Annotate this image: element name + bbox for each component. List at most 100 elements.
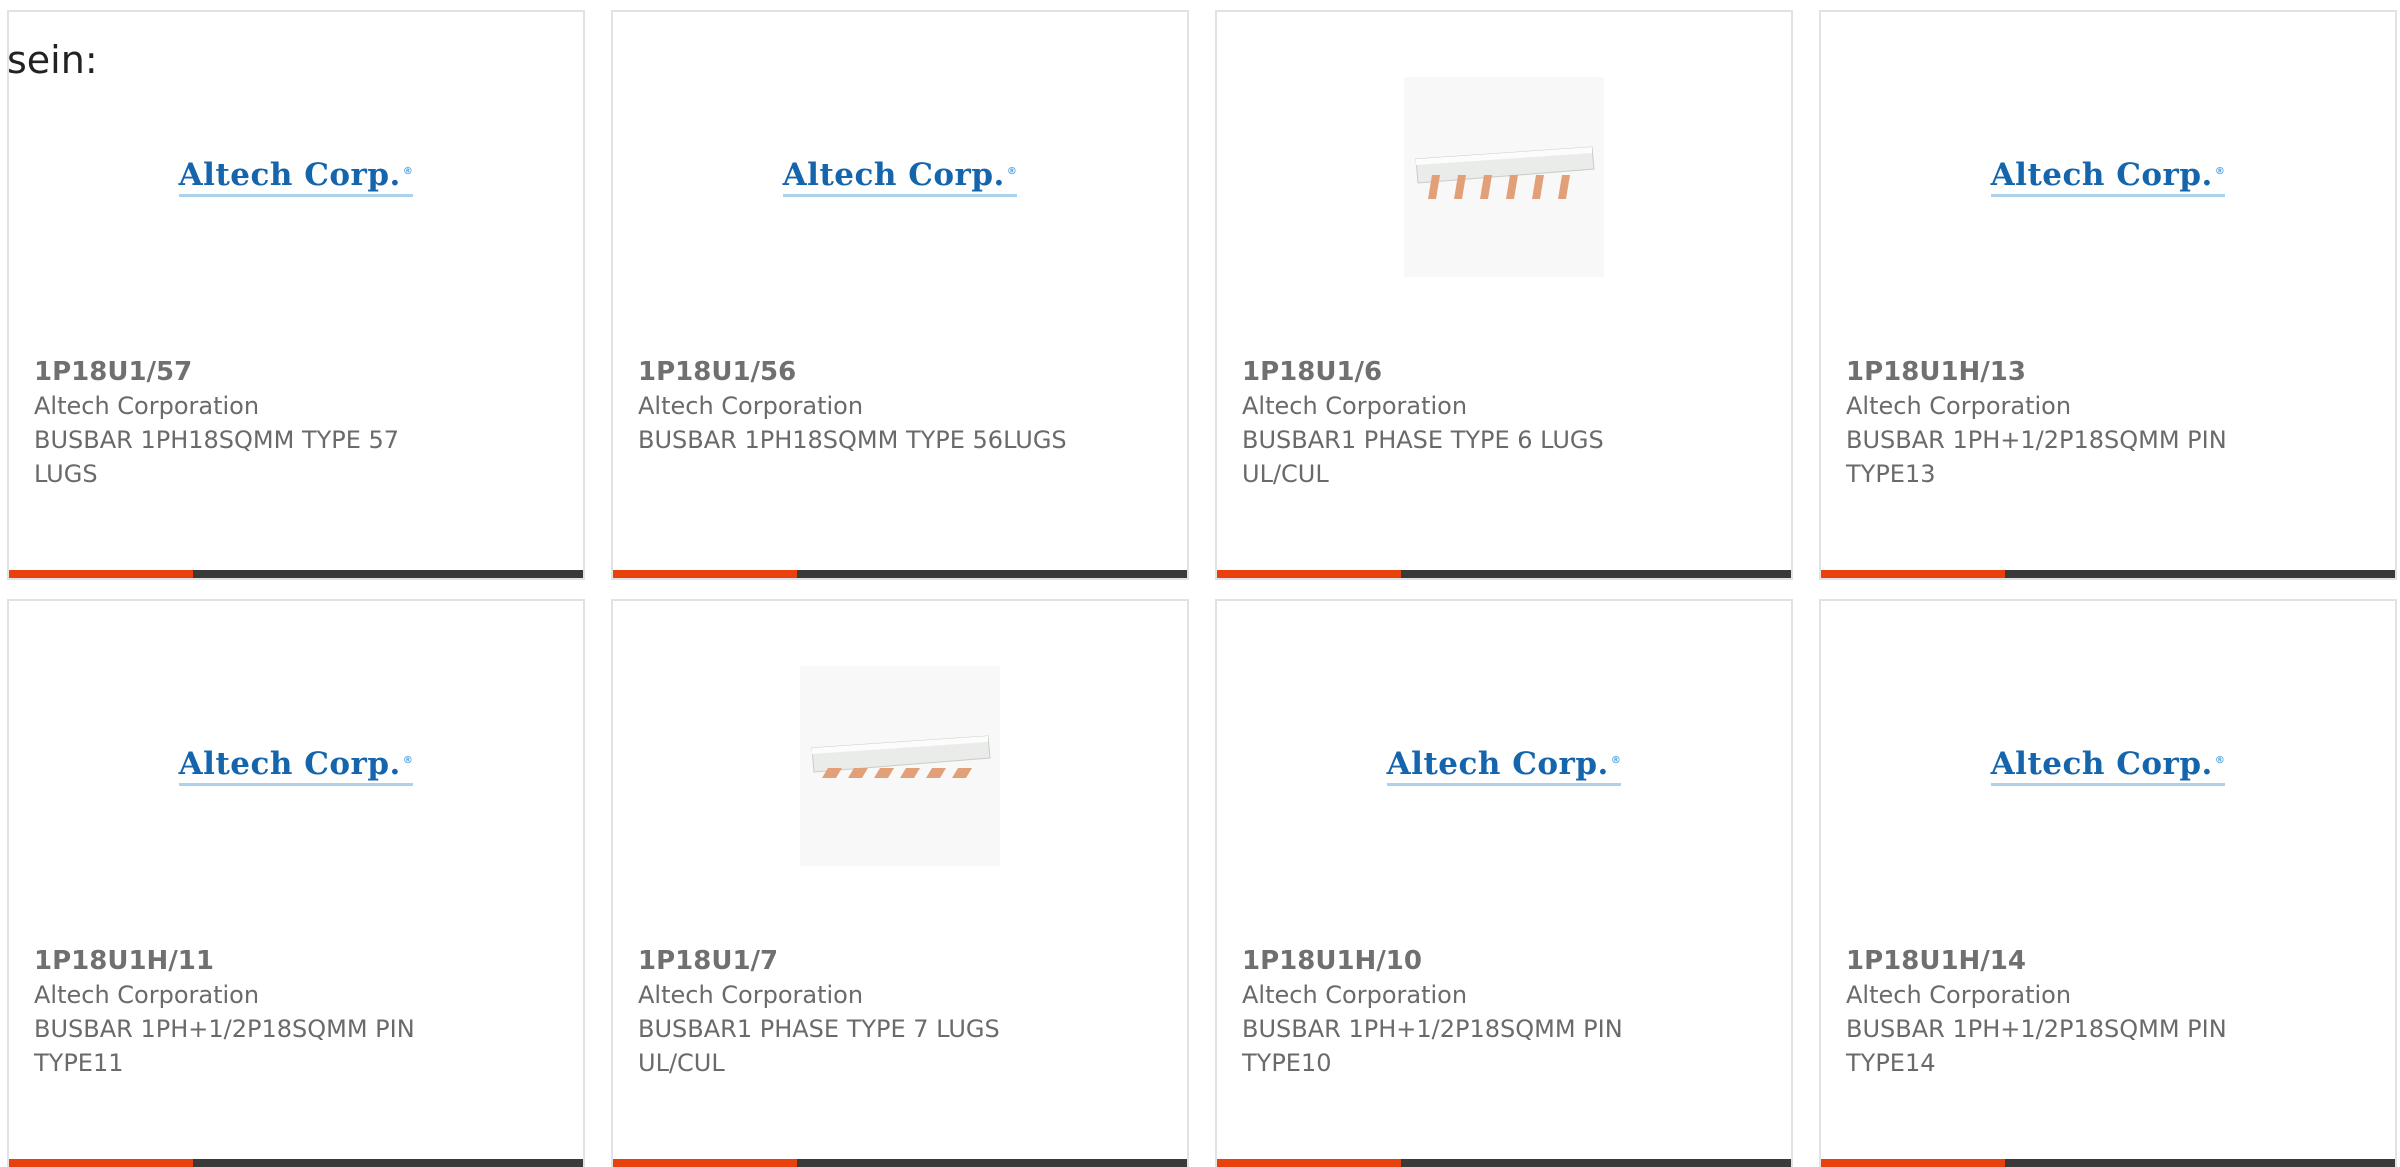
product-card[interactable]: Altech Corp. ® 1P18U1/57 Altech Corporation… [7, 10, 585, 580]
card-accent-bar [1821, 1159, 2005, 1167]
product-description: BUSBAR1 PHASE TYPE 7 LUGS UL/CUL [638, 1015, 1000, 1077]
part-number[interactable]: 1P18U1H/14 [1846, 944, 2375, 978]
manufacturer: Altech Corporation [1242, 981, 1468, 1009]
product-card[interactable]: Altech Corp. ® 1P18U1/56 Altech Corporation… [611, 10, 1189, 580]
product-info: 1P18U1H/14 Altech Corporation BUSBAR 1PH+1… [1846, 944, 2375, 1080]
logo-underline [1386, 783, 1622, 786]
busbar-lug [926, 768, 946, 778]
logo-text: Altech Corp. [1386, 746, 1609, 782]
logo-registered-mark: ® [402, 754, 414, 766]
busbar-lug [874, 768, 894, 778]
logo-underline [178, 783, 414, 786]
card-bottom-bar [9, 1159, 583, 1167]
card-bottom-bar [1821, 570, 2395, 578]
product-card[interactable]: Altech Corp. ® 1P18U1H/10 Altech Corporatio… [1215, 599, 1793, 1167]
busbar-lug [900, 768, 920, 778]
logo-underline [1990, 194, 2226, 197]
product-card[interactable]: Altech Corp. ® 1P18U1H/14 Altech Corporatio… [1819, 599, 2397, 1167]
product-info: 1P18U1/56 Altech Corporation BUSBAR 1PH18S… [638, 355, 1167, 457]
altech-logo: Altech Corp. ® [1990, 746, 2226, 786]
logo-text: Altech Corp. [782, 157, 1005, 193]
card-accent-bar [9, 570, 193, 578]
product-info: 1P18U1H/10 Altech Corporation BUSBAR 1PH+1… [1242, 944, 1771, 1080]
logo-text: Altech Corp. [1990, 157, 2213, 193]
part-number[interactable]: 1P18U1/7 [638, 944, 1167, 978]
part-number[interactable]: 1P18U1H/13 [1846, 355, 2375, 389]
logo-text: Altech Corp. [1990, 746, 2213, 782]
product-image[interactable]: Altech Corp. ® [1821, 72, 2395, 282]
manufacturer: Altech Corporation [638, 392, 864, 420]
logo-registered-mark: ® [1610, 754, 1622, 766]
part-number[interactable]: 1P18U1/57 [34, 355, 563, 389]
card-accent-bar [9, 1159, 193, 1167]
busbar-photo [800, 666, 1000, 866]
product-description: BUSBAR 1PH+1/2P18SQMM PIN TYPE14 [1846, 1015, 2227, 1077]
manufacturer: Altech Corporation [1846, 392, 2072, 420]
manufacturer: Altech Corporation [1846, 981, 2072, 1009]
altech-logo: Altech Corp. ® [1990, 157, 2226, 197]
card-bottom-bar [613, 570, 1187, 578]
busbar-lug [1506, 175, 1518, 199]
card-accent-bar [613, 1159, 797, 1167]
card-accent-bar [1217, 570, 1401, 578]
product-card[interactable]: Altech Corp. ® 1P18U1H/13 Altech Corporatio… [1819, 10, 2397, 580]
product-image[interactable] [1217, 72, 1791, 282]
logo-registered-mark: ® [2214, 754, 2226, 766]
busbar-lug [1532, 175, 1544, 199]
part-number[interactable]: 1P18U1H/11 [34, 944, 563, 978]
logo-registered-mark: ® [1006, 165, 1018, 177]
logo-registered-mark: ® [2214, 165, 2226, 177]
product-grid-page: sein: Altech Corp. ® 1P18U1/57 Altech Corpo… [0, 0, 2400, 1167]
part-number[interactable]: 1P18U1/56 [638, 355, 1167, 389]
part-number[interactable]: 1P18U1H/10 [1242, 944, 1771, 978]
product-info: 1P18U1H/11 Altech Corporation BUSBAR 1PH+1… [34, 944, 563, 1080]
logo-text: Altech Corp. [178, 746, 401, 782]
card-bottom-bar [9, 570, 583, 578]
busbar-lug [952, 768, 972, 778]
manufacturer: Altech Corporation [1242, 392, 1468, 420]
product-image[interactable]: Altech Corp. ® [1217, 661, 1791, 871]
manufacturer: Altech Corporation [34, 981, 260, 1009]
manufacturer: Altech Corporation [638, 981, 864, 1009]
card-bottom-bar [1821, 1159, 2395, 1167]
altech-logo: Altech Corp. ® [1386, 746, 1622, 786]
busbar-photo [1404, 77, 1604, 277]
product-image[interactable]: Altech Corp. ® [9, 661, 583, 871]
card-bottom-bar [613, 1159, 1187, 1167]
product-card[interactable]: 1P18U1/6 Altech Corporation BUSBAR1 PHASE … [1215, 10, 1793, 580]
busbar-lug [1480, 175, 1492, 199]
card-accent-bar [613, 570, 797, 578]
card-accent-bar [1821, 570, 2005, 578]
product-card[interactable]: 1P18U1/7 Altech Corporation BUSBAR1 PHASE … [611, 599, 1189, 1167]
product-description: BUSBAR1 PHASE TYPE 6 LUGS UL/CUL [1242, 426, 1604, 488]
product-image[interactable]: Altech Corp. ® [1821, 661, 2395, 871]
card-accent-bar [1217, 1159, 1401, 1167]
product-info: 1P18U1H/13 Altech Corporation BUSBAR 1PH+1… [1846, 355, 2375, 491]
product-image[interactable]: Altech Corp. ® [613, 72, 1187, 282]
logo-text: Altech Corp. [178, 157, 401, 193]
altech-logo: Altech Corp. ® [782, 157, 1018, 197]
product-info: 1P18U1/7 Altech Corporation BUSBAR1 PHASE … [638, 944, 1167, 1080]
product-info: 1P18U1/57 Altech Corporation BUSBAR 1PH18S… [34, 355, 563, 491]
product-card[interactable]: Altech Corp. ® 1P18U1H/11 Altech Corporatio… [7, 599, 585, 1167]
product-info: 1P18U1/6 Altech Corporation BUSBAR1 PHASE … [1242, 355, 1771, 491]
part-number[interactable]: 1P18U1/6 [1242, 355, 1771, 389]
busbar-lug [1558, 175, 1570, 199]
intro-text: sein: [7, 38, 98, 82]
product-description: BUSBAR 1PH+1/2P18SQMM PIN TYPE13 [1846, 426, 2227, 488]
logo-registered-mark: ® [402, 165, 414, 177]
busbar-icon [811, 735, 991, 778]
logo-underline [782, 194, 1018, 197]
logo-underline [178, 194, 414, 197]
product-description: BUSBAR 1PH+1/2P18SQMM PIN TYPE11 [34, 1015, 415, 1077]
altech-logo: Altech Corp. ® [178, 746, 414, 786]
product-image[interactable]: Altech Corp. ® [9, 72, 583, 282]
manufacturer: Altech Corporation [34, 392, 260, 420]
product-description: BUSBAR 1PH18SQMM TYPE 56LUGS [638, 426, 1067, 454]
busbar-icon [1415, 146, 1595, 199]
card-bottom-bar [1217, 570, 1791, 578]
altech-logo: Altech Corp. ® [178, 157, 414, 197]
product-description: BUSBAR 1PH+1/2P18SQMM PIN TYPE10 [1242, 1015, 1623, 1077]
product-image[interactable] [613, 661, 1187, 871]
card-bottom-bar [1217, 1159, 1791, 1167]
